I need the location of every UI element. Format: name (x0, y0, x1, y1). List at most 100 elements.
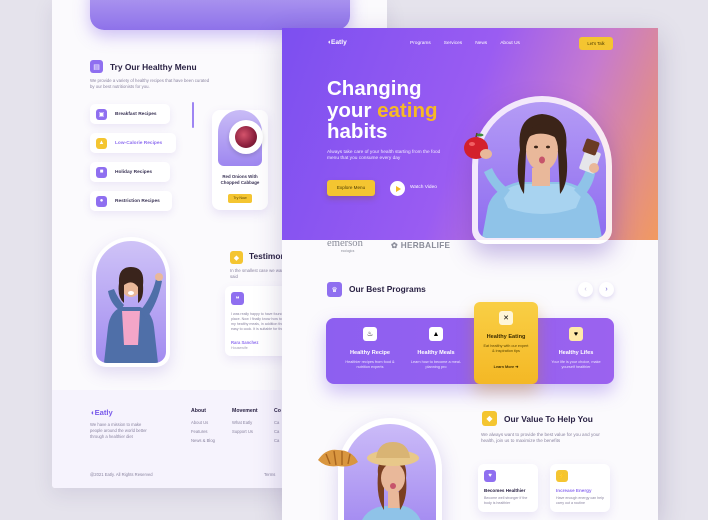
programs-carousel: ♨ Healthy Recipe Healthier recipes from … (326, 318, 614, 384)
value-card-title: Becomes Healthier (484, 488, 526, 493)
bread-icon: ▣ (96, 108, 107, 120)
hero-woman-photo (478, 102, 606, 238)
lets-talk-button[interactable]: Let's Talk (579, 37, 613, 50)
learn-more-link[interactable]: Learn More ➜ (494, 364, 519, 369)
program-title: Healthy Recipe (349, 350, 391, 356)
chef-hat-icon: ♨ (363, 327, 377, 341)
footer-link[interactable]: Features (191, 427, 215, 436)
footer-column-company: Co Ca Ca Ca (274, 408, 281, 445)
nav-logo[interactable]: ◖Eatly (327, 39, 347, 46)
food-card[interactable]: Red Onions With Chopped Cabbage Try Now (212, 110, 268, 210)
value-card-description: Have enough energy can help carry out a … (556, 496, 604, 505)
footer-column-heading: Co (274, 408, 281, 414)
nav-link-programs[interactable]: Programs (410, 41, 431, 46)
learn-more-label: Learn More (493, 365, 515, 370)
footer-link[interactable]: Support Us (232, 427, 258, 436)
hero-title: Changing your eating habits (327, 78, 438, 143)
scale-icon: ▲ (96, 137, 107, 149)
section-title: Try Our Healthy Menu (110, 62, 197, 72)
apple-image (464, 132, 492, 159)
salad-image (235, 126, 257, 148)
footer-logo[interactable]: ◖Eatly (90, 408, 113, 417)
nav-links: Programs Services News About Us (410, 41, 520, 46)
value-card-title: Increase Energy (556, 488, 592, 493)
lightning-icon: ⚡ (556, 470, 568, 482)
play-icon[interactable] (390, 181, 405, 196)
footer-link[interactable]: Ca (274, 418, 281, 427)
heart-icon: ♥ (484, 470, 496, 482)
food-image-frame (218, 110, 263, 166)
footer-column-movement: Movement What Eatly Support Us (232, 408, 258, 436)
menu-divider (192, 102, 194, 128)
nav-link-news[interactable]: News (475, 41, 487, 46)
lock-icon: ● (96, 195, 107, 207)
quote-icon: ❝ (231, 292, 244, 305)
hero-description: Always take care of your health starting… (327, 150, 441, 162)
value-card-energy: ⚡ Increase Energy Have enough energy can… (550, 464, 610, 512)
footer-column-heading: Movement (232, 408, 258, 414)
try-now-button[interactable]: Try Now (228, 194, 252, 203)
croissant-woman-photo (344, 424, 436, 520)
menu-item-restriction[interactable]: ● Restriction Recipes (90, 191, 172, 211)
footer-link[interactable]: News & Blog (191, 436, 215, 445)
footer-link[interactable]: What Eatly (232, 418, 258, 427)
value-description: We always want to provide the best value… (481, 432, 600, 444)
emerson-logo: emerson (327, 238, 363, 249)
cheering-woman-photo (96, 241, 166, 363)
nav-logo-text: Eatly (330, 39, 347, 46)
partner-logos: emerson ecologics ✿ HERBALIFE (327, 238, 467, 254)
emerson-logo-subtitle: ecologics (341, 249, 355, 253)
hero-section: ◖Eatly Programs Services News About Us L… (282, 28, 658, 244)
footer-link[interactable]: Ca (274, 436, 281, 445)
program-card-healthy-lifes[interactable]: ♥ Healthy Lifes Your life is your choice… (540, 318, 612, 384)
menu-item-holiday[interactable]: ■ Holiday Recipes (90, 162, 170, 182)
program-title: Healthy Lifes (558, 350, 594, 356)
program-card-healthy-recipe[interactable]: ♨ Healthy Recipe Healthier recipes from … (334, 318, 406, 384)
chat-icon: ◆ (230, 251, 243, 264)
crown-icon: ♛ (327, 282, 342, 297)
explore-menu-button[interactable]: Explore Menu (327, 180, 375, 196)
chevron-right-icon: › (605, 286, 608, 293)
gift-icon: ■ (96, 166, 107, 178)
heart-shield-icon: ♥ (569, 327, 583, 341)
value-card-description: Become well stronger if the body is heal… (484, 496, 528, 505)
program-description: Eat healthy with our expert & inspiratio… (483, 344, 529, 354)
carousel-next-button[interactable]: › (599, 282, 614, 297)
program-title: Healthy Eating (486, 334, 526, 340)
menu-item-low-calorie[interactable]: ▲ Low-Calorie Recipes (90, 133, 176, 153)
menu-item-label: Restriction Recipes (115, 198, 160, 204)
footer-logo-text: Eatly (94, 408, 113, 417)
programs-title: Our Best Programs (349, 284, 426, 294)
nav-link-about[interactable]: About Us (500, 41, 520, 46)
hero-photo-frame (472, 96, 612, 244)
watch-video-link[interactable]: Watch Video (410, 185, 437, 190)
footer-link[interactable]: About Us (191, 418, 215, 427)
nav-link-services[interactable]: Services (444, 41, 462, 46)
hero-title-accent: eating (377, 98, 438, 122)
footer-column-about: About About Us Features News & Blog (191, 408, 215, 445)
program-description: Your life is your choice, make yourself … (551, 360, 601, 370)
program-description: Learn how to become a meal-planning pro (410, 360, 462, 370)
program-title: Healthy Meals (417, 350, 455, 356)
utensils-icon: ✕ (499, 311, 513, 325)
section-description: We provide a variety of healthy recipes … (90, 78, 210, 89)
copyright-text: @2021 Eatly. All Rights Reserved (90, 472, 153, 477)
carousel-prev-button[interactable]: ‹ (578, 282, 593, 297)
program-card-healthy-meals[interactable]: ▲ Healthy Meals Learn how to become a me… (400, 318, 472, 384)
menu-item-breakfast[interactable]: ▣ Breakfast Recipes (90, 104, 170, 124)
value-title: Our Value To Help You (504, 414, 593, 424)
terms-link[interactable]: Terms (264, 472, 275, 477)
cheering-woman-photo-frame (92, 237, 170, 367)
landing-page: ◖Eatly Programs Services News About Us L… (282, 28, 658, 520)
menu-item-label: Breakfast Recipes (115, 111, 157, 117)
food-name: Red Onions With Chopped Cabbage (220, 174, 260, 185)
herbalife-logo-text: HERBALIFE (400, 241, 451, 250)
footer-column-heading: About (191, 408, 206, 414)
emerson-logo-text: emerson (327, 238, 363, 249)
testimonial-role: Housewife (231, 346, 248, 350)
croissant-image (318, 449, 358, 467)
menu-item-label: Holiday Recipes (115, 169, 153, 175)
footer-link[interactable]: Ca (274, 427, 281, 436)
program-card-healthy-eating[interactable]: ✕ Healthy Eating Eat healthy with our ex… (474, 302, 538, 384)
menu-book-icon: ▤ (90, 60, 103, 73)
